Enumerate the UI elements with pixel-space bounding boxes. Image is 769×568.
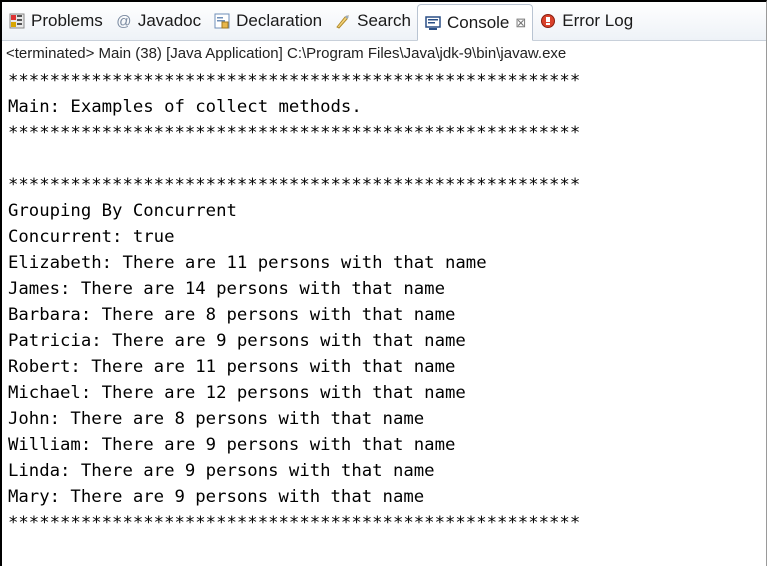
console-line: ****************************************… bbox=[8, 123, 581, 143]
view-tab-bar: Problems @ Javadoc Declaration Search Co… bbox=[2, 2, 766, 41]
tab-problems[interactable]: Problems bbox=[2, 2, 109, 40]
tab-declaration[interactable]: Declaration bbox=[207, 2, 328, 40]
console-line: Linda: There are 9 persons with that nam… bbox=[8, 461, 435, 481]
tab-label: Javadoc bbox=[137, 11, 202, 30]
console-line: ****************************************… bbox=[8, 513, 581, 533]
console-line: Elizabeth: There are 11 persons with tha… bbox=[8, 253, 487, 273]
tab-console[interactable]: Console ⊠ bbox=[417, 4, 534, 41]
console-line: Robert: There are 11 persons with that n… bbox=[8, 357, 456, 377]
tab-label: Error Log bbox=[562, 11, 634, 30]
tab-label: Problems bbox=[31, 11, 103, 30]
console-status-line: <terminated> Main (38) [Java Application… bbox=[6, 45, 567, 62]
close-icon[interactable]: ⊠ bbox=[515, 15, 526, 31]
error-log-icon bbox=[539, 12, 557, 30]
console-line: Barbara: There are 8 persons with that n… bbox=[8, 305, 456, 325]
console-line: ****************************************… bbox=[8, 175, 581, 195]
tab-javadoc[interactable]: @ Javadoc bbox=[109, 2, 207, 40]
problems-icon bbox=[8, 12, 26, 30]
console-line: Michael: There are 12 persons with that … bbox=[8, 383, 466, 403]
tab-label: Search bbox=[357, 11, 412, 30]
console-icon bbox=[424, 14, 442, 32]
console-line: ****************************************… bbox=[8, 71, 581, 91]
tab-error-log[interactable]: Error Log bbox=[533, 2, 639, 40]
console-line: William: There are 9 persons with that n… bbox=[8, 435, 456, 455]
console-view: Problems @ Javadoc Declaration Search Co… bbox=[0, 0, 767, 566]
javadoc-icon: @ bbox=[116, 12, 132, 30]
tab-label: Console bbox=[447, 12, 510, 32]
tab-label: Declaration bbox=[236, 11, 323, 30]
tab-search[interactable]: Search bbox=[328, 2, 417, 40]
console-line: John: There are 8 persons with that name bbox=[8, 409, 425, 429]
console-line: James: There are 14 persons with that na… bbox=[8, 279, 445, 299]
console-line: Grouping By Concurrent bbox=[8, 201, 237, 221]
console-line: Main: Examples of collect methods. bbox=[8, 97, 362, 117]
console-line: Patricia: There are 9 persons with that … bbox=[8, 331, 466, 351]
search-icon bbox=[334, 12, 352, 30]
console-line: Mary: There are 9 persons with that name bbox=[8, 487, 425, 507]
console-line: Concurrent: true bbox=[8, 227, 175, 247]
console-output[interactable]: ****************************************… bbox=[2, 68, 769, 566]
declaration-icon bbox=[213, 12, 231, 30]
